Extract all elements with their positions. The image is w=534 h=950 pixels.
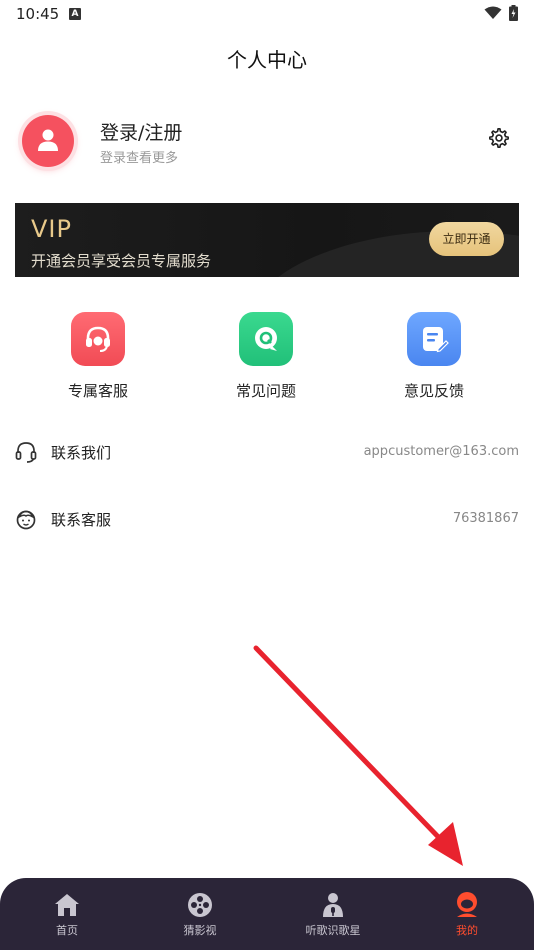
nav-label: 我的 (456, 924, 478, 937)
vip-open-button[interactable]: 立即开通 (429, 222, 504, 256)
nav-label: 猜影视 (183, 924, 217, 937)
quick-action-label: 专属客服 (67, 382, 128, 400)
status-time: 10:45 (16, 5, 60, 23)
nav-guess-singer[interactable]: 听歌识歌星 (273, 890, 393, 938)
contact-phone[interactable]: 76381867 (453, 511, 519, 526)
quick-action-label: 意见反馈 (403, 382, 464, 400)
contact-us-row[interactable]: 联系我们 appcustomer@163.com (0, 432, 534, 472)
nav-label: 听歌识歌星 (305, 924, 361, 937)
headphones-icon (15, 442, 37, 463)
notification-icon: A (69, 8, 81, 20)
wifi-icon (484, 6, 502, 19)
status-bar: 10:45 A (0, 0, 534, 30)
vip-subtitle: 开通会员享受会员专属服务 (31, 252, 212, 270)
user-icon (38, 129, 58, 151)
singer-icon (318, 890, 348, 920)
login-register-link[interactable]: 登录/注册 (100, 118, 182, 145)
contact-service-label: 联系客服 (51, 511, 112, 529)
gear-icon[interactable] (488, 127, 510, 149)
contact-email[interactable]: appcustomer@163.com (364, 444, 519, 459)
vip-banner[interactable]: VIP 开通会员享受会员专属服务 立即开通 (15, 203, 519, 277)
contact-us-label: 联系我们 (51, 444, 112, 462)
contact-service-row[interactable]: 联系客服 76381867 (0, 499, 534, 539)
home-icon (52, 890, 82, 920)
vip-title: VIP (31, 215, 72, 243)
quick-action-customer-service[interactable]: 专属客服 (38, 312, 158, 401)
profile-icon (452, 890, 482, 920)
nav-home[interactable]: 首页 (7, 890, 127, 938)
film-reel-icon (185, 890, 215, 920)
annotation-arrow (253, 645, 463, 866)
battery-icon (509, 5, 518, 21)
nav-mine[interactable]: 我的 (407, 890, 527, 938)
nav-guess-film[interactable]: 猜影视 (140, 890, 260, 938)
question-chat-icon (239, 312, 293, 366)
quick-action-label: 常见问题 (235, 382, 296, 400)
nav-label: 首页 (56, 924, 78, 937)
page-title: 个人中心 (227, 48, 307, 72)
quick-action-feedback[interactable]: 意见反馈 (374, 312, 494, 401)
avatar[interactable] (22, 115, 74, 167)
service-face-icon (16, 510, 36, 530)
login-subtitle: 登录查看更多 (100, 151, 179, 166)
bottom-nav: 首页 猜影视 听歌识歌星 我的 (0, 878, 534, 950)
quick-action-faq[interactable]: 常见问题 (206, 312, 326, 401)
headset-icon (71, 312, 125, 366)
feedback-edit-icon (407, 312, 461, 366)
